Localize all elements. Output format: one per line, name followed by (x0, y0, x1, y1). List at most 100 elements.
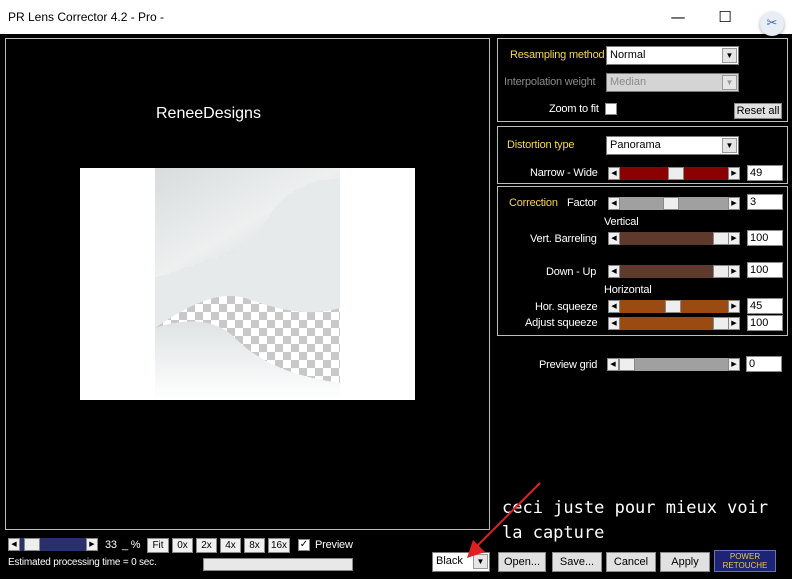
arrow-left-icon[interactable]: ◀ (607, 358, 619, 371)
adjust-squeeze-slider[interactable]: ◀ ▶ (608, 317, 740, 330)
arrow-right-icon[interactable]: ▶ (728, 167, 740, 180)
resampling-method-value: Normal (610, 49, 646, 61)
reset-all-button[interactable]: Reset all (734, 103, 782, 119)
arrow-left-icon[interactable]: ◀ (608, 317, 620, 330)
distortion-panel: Distortion type Panorama ▼ Narrow - Wide… (497, 126, 788, 184)
window-title: PR Lens Corrector 4.2 - Pro - (8, 10, 165, 24)
down-up-label: Down - Up (546, 266, 597, 278)
interpolation-weight-select: Median ▼ (606, 73, 739, 92)
slider-thumb[interactable] (663, 197, 680, 210)
preview-pane[interactable]: ReneeDesigns (5, 38, 490, 530)
zoom-fit-button[interactable]: Fit (147, 538, 169, 553)
slider-track[interactable] (20, 538, 86, 551)
preview-image-frame (80, 168, 415, 400)
arrow-left-icon[interactable]: ◀ (608, 167, 620, 180)
preview-checkbox-label: Preview (315, 539, 353, 551)
slider-track[interactable] (620, 197, 728, 210)
slider-track[interactable] (620, 317, 729, 330)
arrow-left-icon[interactable]: ◀ (608, 232, 620, 245)
estimated-time-text: Estimated processing time = 0 sec. (8, 557, 157, 568)
arrow-right-icon[interactable]: ▶ (728, 358, 740, 371)
vert-barreling-value[interactable]: 100 (747, 230, 783, 246)
distortion-type-value: Panorama (610, 139, 661, 151)
zoom-4x-button[interactable]: 4x (220, 538, 241, 553)
save-button[interactable]: Save... (552, 552, 602, 572)
distortion-type-label: Distortion type (507, 139, 575, 151)
arrow-left-icon[interactable]: ◀ (608, 197, 620, 210)
resampling-method-select[interactable]: Normal ▼ (606, 46, 739, 65)
slider-track[interactable] (620, 300, 728, 313)
horizontal-heading: Horizontal (604, 284, 652, 296)
down-up-value[interactable]: 100 (747, 262, 783, 278)
arrow-right-icon[interactable]: ▶ (728, 197, 740, 210)
maximize-icon[interactable]: ☐ (710, 6, 740, 28)
arrow-right-icon[interactable]: ▶ (728, 232, 740, 245)
slider-thumb[interactable] (23, 538, 40, 551)
zoom-0x-button[interactable]: 0x (172, 538, 193, 553)
preview-grid-label: Preview grid (539, 359, 598, 371)
interpolation-weight-label: Interpolation weight (504, 76, 596, 88)
slider-thumb[interactable] (712, 265, 729, 278)
down-up-slider[interactable]: ◀ ▶ (608, 265, 740, 278)
factor-label: Factor (567, 197, 597, 209)
apply-button[interactable]: Apply (660, 552, 710, 572)
annotation-arrow-icon (467, 482, 541, 558)
slider-track[interactable] (619, 358, 728, 371)
narrow-wide-value[interactable]: 49 (747, 165, 783, 181)
screen-capture-icon[interactable]: ✂ (760, 12, 784, 36)
vertical-heading: Vertical (604, 216, 639, 228)
progress-bar (203, 558, 353, 571)
zoom-to-fit-checkbox[interactable] (605, 103, 617, 115)
preview-checkbox[interactable]: ✓ (298, 539, 310, 551)
resampling-panel: Resampling method Normal ▼ Interpolation… (497, 38, 788, 122)
slider-track[interactable] (620, 232, 729, 245)
correction-panel: Correction Factor ◀ ▶ 3 Vertical Vert. B… (497, 186, 788, 336)
minimize-icon[interactable]: — (663, 6, 693, 28)
arrow-right-icon[interactable]: ▶ (728, 265, 740, 278)
power-retouche-logo[interactable]: POWER RETOUCHE (714, 550, 776, 572)
correction-title: Correction (509, 197, 558, 209)
zoom-2x-button[interactable]: 2x (196, 538, 217, 553)
slider-thumb[interactable] (619, 358, 635, 371)
narrow-wide-slider[interactable]: ◀ ▶ (608, 167, 740, 180)
arrow-right-icon[interactable]: ▶ (86, 538, 98, 551)
slider-track[interactable] (620, 265, 729, 278)
chevron-down-icon: ▼ (722, 75, 737, 90)
factor-slider[interactable]: ◀ ▶ (608, 197, 740, 210)
cancel-button[interactable]: Cancel (606, 552, 656, 572)
slider-thumb[interactable] (665, 300, 682, 313)
arrow-right-icon[interactable]: ▶ (728, 317, 740, 330)
title-bar: PR Lens Corrector 4.2 - Pro - — ☐ ✂ (0, 0, 792, 36)
hor-squeeze-slider[interactable]: ◀ ▶ (608, 300, 740, 313)
preview-grid-slider[interactable]: ◀ ▶ (607, 358, 740, 371)
arrow-right-icon[interactable]: ▶ (728, 300, 740, 313)
factor-value[interactable]: 3 (747, 194, 783, 210)
adjust-squeeze-label: Adjust squeeze (525, 317, 598, 329)
arrow-left-icon[interactable]: ◀ (8, 538, 20, 551)
logo-line-2: RETOUCHE (722, 561, 768, 570)
adjust-squeeze-value[interactable]: 100 (747, 315, 783, 331)
vert-barreling-label: Vert. Barreling (530, 233, 597, 245)
slider-thumb[interactable] (712, 317, 729, 330)
interpolation-weight-value: Median (610, 76, 647, 88)
hor-squeeze-value[interactable]: 45 (747, 298, 783, 314)
zoom-unit: _ % (122, 539, 141, 551)
zoom-percent: 33 (105, 539, 117, 551)
arrow-left-icon[interactable]: ◀ (608, 265, 620, 278)
slider-track[interactable] (620, 167, 728, 180)
slider-thumb[interactable] (667, 167, 684, 180)
chevron-down-icon[interactable]: ▼ (722, 48, 737, 63)
slider-thumb[interactable] (712, 232, 729, 245)
zoom-to-fit-label: Zoom to fit (549, 103, 599, 115)
narrow-wide-label: Narrow - Wide (530, 167, 598, 179)
vert-barreling-slider[interactable]: ◀ ▶ (608, 232, 740, 245)
logo-line-1: POWER (729, 552, 761, 561)
zoom-16x-button[interactable]: 16x (268, 538, 290, 553)
chevron-down-icon[interactable]: ▼ (722, 138, 737, 153)
hor-squeeze-label: Hor. squeeze (535, 301, 598, 313)
zoom-8x-button[interactable]: 8x (244, 538, 265, 553)
preview-grid-value[interactable]: 0 (746, 356, 782, 372)
arrow-left-icon[interactable]: ◀ (608, 300, 620, 313)
zoom-slider[interactable]: ◀ ▶ (8, 538, 98, 551)
distortion-type-select[interactable]: Panorama ▼ (606, 136, 739, 155)
